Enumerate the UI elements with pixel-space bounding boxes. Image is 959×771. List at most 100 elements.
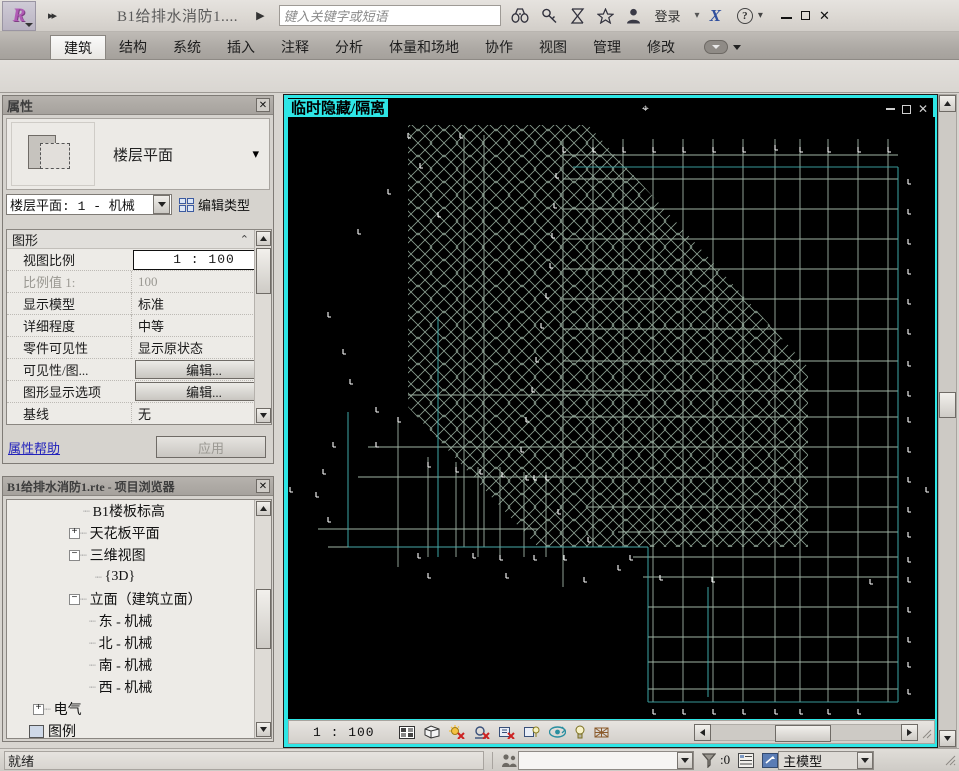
tab-guanli[interactable]: 管理 — [580, 35, 634, 59]
workset-combobox[interactable] — [518, 750, 694, 770]
help-caret-icon[interactable]: ▾ — [758, 10, 763, 21]
vscroll-up-button[interactable] — [939, 95, 956, 112]
tree-item-3d-views[interactable]: − ┈ 三维视图 — [7, 544, 271, 566]
workset-people-icon[interactable] — [501, 753, 518, 768]
hourglass-icon[interactable] — [570, 7, 585, 24]
tree-item-electrical[interactable]: + ┈ 电气 — [7, 698, 271, 720]
scroll-down-button[interactable] — [255, 408, 271, 423]
analytical-model-icon[interactable] — [594, 725, 610, 739]
ribbon-panel-caret-icon[interactable] — [733, 44, 741, 50]
application-menu-button[interactable]: R — [2, 0, 36, 31]
property-value[interactable]: 中等 — [131, 314, 271, 337]
visibility-graphics-edit-button[interactable]: 编辑... — [135, 360, 267, 379]
tab-jiegou[interactable]: 结构 — [106, 35, 160, 59]
hscroll-track[interactable] — [711, 723, 901, 742]
filter-icon[interactable] — [702, 752, 716, 768]
property-row[interactable]: 详细程度 中等 — [7, 314, 271, 337]
scrollbar-thumb[interactable] — [255, 589, 271, 649]
detail-level-icon[interactable] — [398, 725, 415, 739]
view-vertical-scrollbar[interactable] — [938, 94, 957, 748]
tab-fenxi[interactable]: 分析 — [322, 35, 376, 59]
property-value[interactable]: 平面 — [131, 425, 271, 426]
collapse-icon[interactable]: − — [69, 593, 80, 605]
autodesk-exchange-icon[interactable]: X — [710, 6, 721, 26]
resize-grip-icon[interactable] — [922, 727, 932, 739]
collapse-chevron-icon[interactable]: ⌃ — [240, 233, 249, 246]
tab-jianzhu[interactable]: 建筑 — [50, 35, 106, 59]
binoculars-icon[interactable] — [510, 8, 529, 23]
tab-xiezuo[interactable]: 协作 — [472, 35, 526, 59]
view-restore-button[interactable] — [901, 104, 911, 114]
view-close-button[interactable]: ✕ — [918, 102, 928, 116]
star-icon[interactable] — [596, 7, 614, 24]
property-row[interactable]: 基线 无 — [7, 402, 271, 424]
family-dropdown-caret-icon[interactable]: ▾ — [252, 146, 259, 162]
window-minimize-button[interactable] — [780, 16, 792, 19]
properties-help-link[interactable]: 属性帮助 — [8, 438, 60, 457]
tree-item-b1-slab-level[interactable]: ┈ B1楼板标高 — [7, 500, 271, 522]
search-input[interactable]: 键入关键字或短语 — [278, 5, 501, 26]
render-dialog-off-icon[interactable] — [498, 725, 515, 739]
key-icon[interactable] — [541, 8, 558, 24]
person-icon[interactable] — [626, 8, 641, 24]
edit-type-button[interactable]: 编辑类型 — [179, 195, 250, 214]
sign-in-link[interactable]: 登录 — [655, 6, 681, 25]
property-value[interactable]: 标准 — [131, 292, 271, 315]
project-browser-scrollbar[interactable] — [254, 500, 271, 738]
tab-charu[interactable]: 插入 — [214, 35, 268, 59]
tree-item-west-mechanical[interactable]: ┈ 西 - 机械 — [7, 676, 271, 698]
help-icon[interactable]: ? — [736, 7, 753, 24]
tree-item-ceiling-plans[interactable]: + ┈ 天花板平面 — [7, 522, 271, 544]
tab-xitong[interactable]: 系统 — [160, 35, 214, 59]
expand-icon[interactable]: + — [33, 703, 44, 715]
tab-tiliang-changdi[interactable]: 体量和场地 — [376, 35, 472, 59]
shadows-off-icon[interactable] — [474, 725, 490, 739]
sun-path-off-icon[interactable] — [448, 725, 465, 739]
view-minimize-button[interactable] — [885, 108, 895, 110]
property-value[interactable]: 无 — [131, 402, 271, 424]
qat-overflow-icon[interactable]: ▸▸ — [48, 9, 57, 22]
property-value[interactable]: 显示原状态 — [131, 336, 271, 359]
cad-drawing-canvas[interactable] — [288, 117, 935, 719]
design-option-caret-icon[interactable] — [857, 751, 874, 769]
vscroll-thumb[interactable] — [939, 392, 956, 418]
vscroll-down-button[interactable] — [939, 730, 956, 747]
temporary-hide-isolate-icon[interactable] — [548, 725, 566, 739]
title-next-arrow-icon[interactable]: ▶ — [256, 9, 264, 22]
hscroll-left-button[interactable] — [694, 723, 711, 741]
property-row[interactable]: 零件可见性 显示原状态 — [7, 336, 271, 359]
scrollbar-thumb[interactable] — [255, 248, 271, 294]
design-option-combobox[interactable]: 主模型 — [778, 750, 875, 770]
scroll-up-button[interactable] — [255, 231, 271, 246]
apply-button[interactable]: 应用 — [156, 436, 266, 458]
property-row[interactable]: 显示模型 标准 — [7, 292, 271, 315]
quick-access-toolbar[interactable]: ▸▸ — [48, 9, 57, 22]
properties-scrollbar[interactable] — [254, 230, 271, 424]
view-horizontal-scrollbar[interactable] — [694, 723, 934, 742]
property-row[interactable]: 图形显示选项 编辑... — [7, 381, 271, 403]
properties-toggle-icon[interactable] — [738, 752, 755, 768]
property-row[interactable]: 视图比例 1 : 100 — [7, 249, 271, 271]
workset-caret-icon[interactable] — [677, 751, 693, 769]
project-browser-close-button[interactable]: ✕ — [256, 479, 270, 493]
properties-close-button[interactable]: ✕ — [256, 98, 270, 112]
tab-shitu[interactable]: 视图 — [526, 35, 580, 59]
type-selector-caret-icon[interactable] — [153, 195, 170, 214]
tree-item-elevations[interactable]: − ┈ 立面（建筑立面） — [7, 588, 271, 610]
tree-item-3d[interactable]: ┈ {3D} — [7, 566, 271, 588]
ribbon-panel-toggle-button[interactable] — [704, 40, 728, 54]
view-scale-label[interactable]: 1 : 100 — [313, 725, 375, 740]
hscroll-right-button[interactable] — [901, 723, 918, 741]
expand-icon[interactable]: + — [69, 527, 80, 539]
tab-zhushi[interactable]: 注释 — [268, 35, 322, 59]
tree-item-legends[interactable]: 图例 — [7, 720, 271, 738]
window-resize-grip-icon[interactable] — [944, 754, 957, 767]
scroll-up-button[interactable] — [255, 501, 271, 516]
graphic-display-options-edit-button[interactable]: 编辑... — [135, 382, 267, 401]
titlebar-overflow-caret-icon[interactable]: ▾ — [695, 10, 700, 21]
type-selector-combobox[interactable]: 楼层平面: 1 - 机械 — [6, 194, 172, 215]
property-value[interactable]: 1 : 100 — [133, 249, 269, 270]
window-maximize-button[interactable] — [800, 11, 810, 20]
reveal-hidden-elements-icon[interactable] — [575, 725, 585, 739]
tab-xiugai[interactable]: 修改 — [634, 35, 688, 59]
